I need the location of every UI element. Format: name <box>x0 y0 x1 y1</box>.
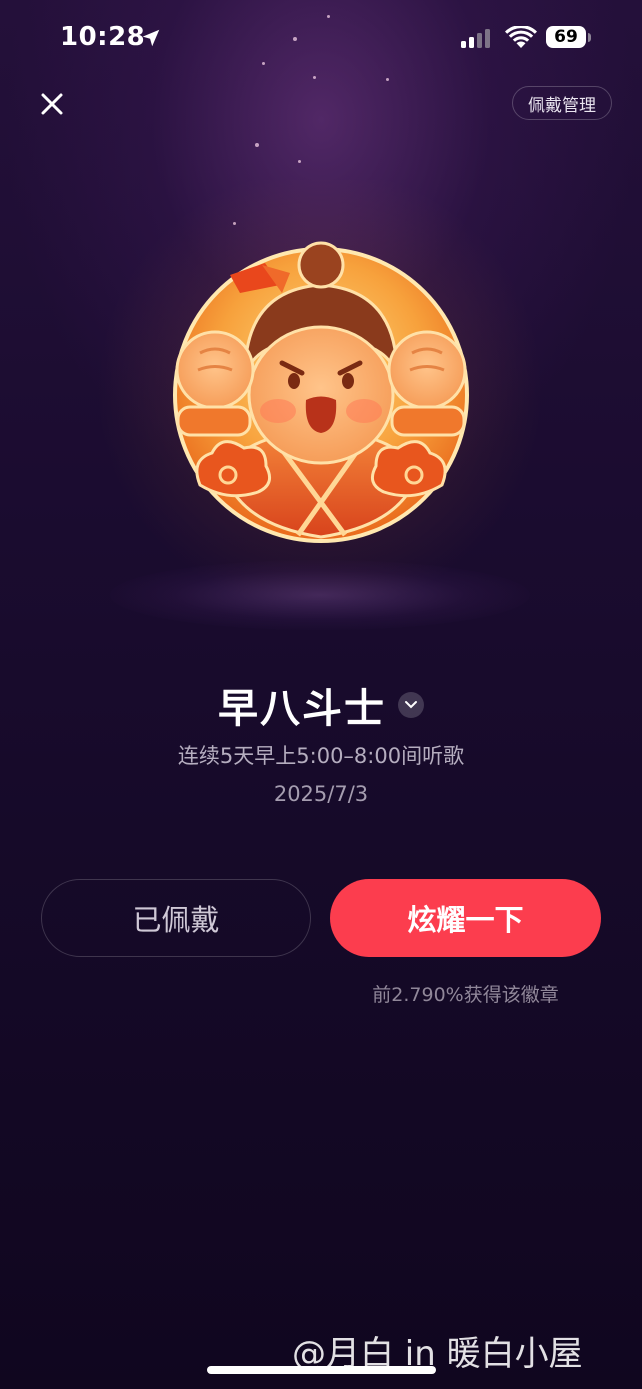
badge-pedestal <box>110 560 530 630</box>
location-arrow-icon <box>142 29 160 47</box>
sparkle <box>386 78 389 81</box>
battery-cap <box>588 33 591 42</box>
morning-warrior-badge-icon <box>173 241 469 543</box>
sparkle <box>327 15 330 18</box>
sparkle <box>262 62 265 65</box>
badge-date: 2025/7/3 <box>273 782 369 806</box>
wear-manage-button[interactable]: 佩戴管理 <box>512 86 612 120</box>
close-icon[interactable] <box>36 88 68 120</box>
sparkle <box>255 143 259 147</box>
chevron-down-icon[interactable] <box>398 692 424 718</box>
worn-button[interactable]: 已佩戴 <box>41 879 311 957</box>
wifi-icon <box>505 26 537 48</box>
battery-indicator: 69 <box>546 26 586 48</box>
badge-title-row: 早八斗士 <box>0 676 642 734</box>
badge-rank-text: 前2.790%获得该徽章 <box>372 984 559 1006</box>
badge-description: 连续5天早上5:00–8:00间听歌 <box>177 744 465 768</box>
status-time: 10:28 <box>60 22 146 52</box>
home-indicator[interactable] <box>207 1366 436 1374</box>
sparkle <box>298 160 301 163</box>
sparkle <box>313 76 316 79</box>
sparkle <box>293 37 297 41</box>
badge-title: 早八斗士 <box>218 686 386 732</box>
show-off-button[interactable]: 炫耀一下 <box>330 879 601 957</box>
cellular-signal-icon <box>461 29 490 48</box>
